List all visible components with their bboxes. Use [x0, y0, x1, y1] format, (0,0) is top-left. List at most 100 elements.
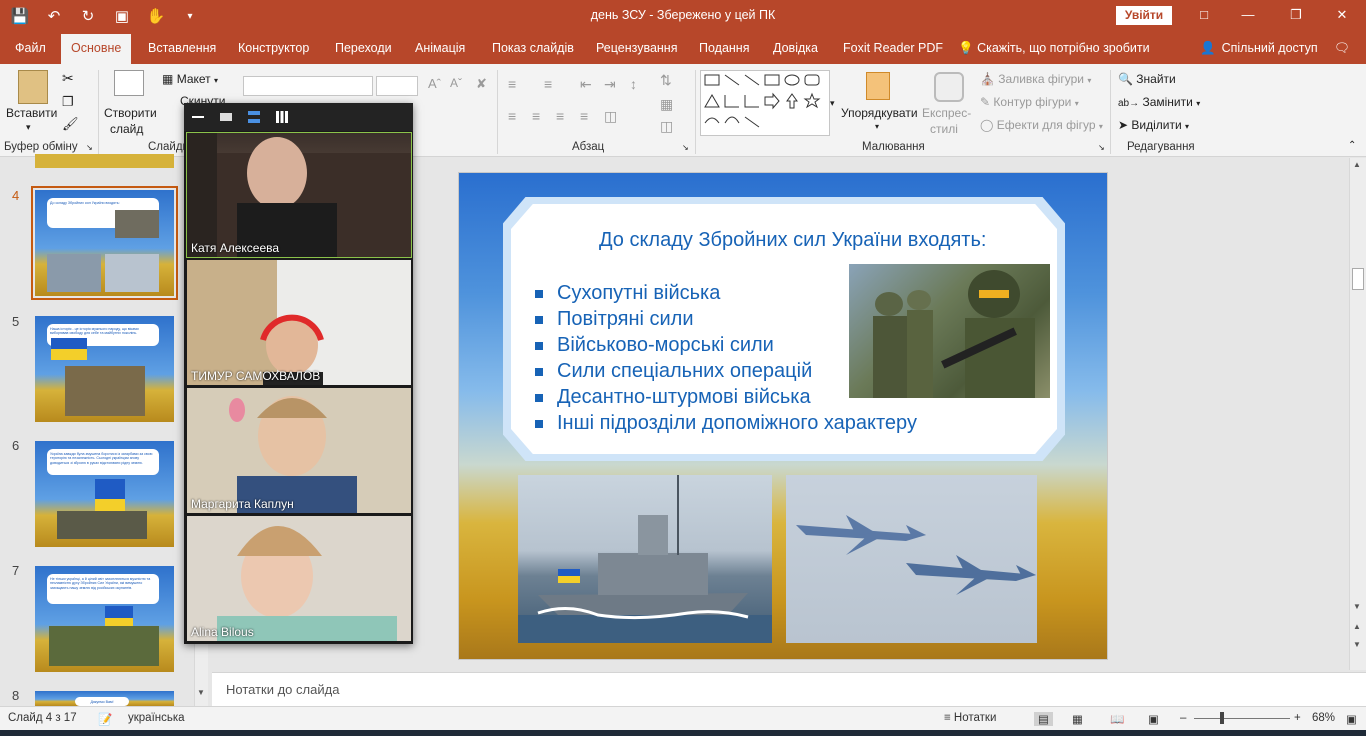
scroll-down-icon[interactable]: ▼	[1353, 602, 1361, 611]
comments-icon[interactable]: 🗨	[1334, 41, 1350, 56]
copy-icon[interactable]: ❐	[62, 94, 74, 110]
smartart-icon[interactable]: ◫	[660, 118, 673, 135]
slide-thumbnail-6[interactable]: Україна завжди була змушена боротися із …	[35, 441, 174, 547]
layout-button[interactable]: ▦ Макет ▾	[162, 72, 218, 86]
drawing-launcher-icon[interactable]: ↘	[1098, 143, 1105, 152]
zoom-slider-thumb[interactable]	[1220, 712, 1224, 724]
next-slide-icon[interactable]: ▼	[1353, 640, 1361, 649]
zoom-in-icon[interactable]: +	[1294, 712, 1301, 724]
zoom-out-icon[interactable]: –	[1180, 712, 1186, 724]
tab-transitions[interactable]: Переходи	[335, 41, 392, 55]
tab-file[interactable]: Файл	[15, 41, 46, 55]
columns-icon[interactable]: ◫	[604, 108, 617, 125]
new-slide-icon[interactable]	[114, 70, 144, 96]
warship-photo[interactable]	[518, 475, 772, 643]
slide-thumbnail-3[interactable]	[35, 154, 174, 168]
quick-styles-icon[interactable]	[934, 72, 964, 102]
line-spacing-icon[interactable]: ↕	[630, 76, 637, 92]
slideshow-icon[interactable]: ▣	[1148, 712, 1159, 726]
restore-icon[interactable]: ❐	[1284, 5, 1308, 25]
align-left-icon[interactable]: ≡	[508, 108, 516, 124]
normal-view-icon[interactable]: ▤	[1034, 712, 1053, 726]
sign-in-button[interactable]: Увійти	[1116, 6, 1172, 25]
participant-tile[interactable]: Alina Bilous	[187, 516, 411, 641]
arrange-icon[interactable]	[866, 72, 890, 100]
slide-sorter-icon[interactable]: ▦	[1072, 712, 1083, 726]
slide-scrollbar[interactable]: ▲ ▼ ▲ ▼	[1349, 158, 1366, 670]
shape-effects-button[interactable]: ◯ Ефекти для фігур ▾	[980, 118, 1103, 132]
tell-me-search[interactable]: 💡 Скажіть, що потрібно зробити	[958, 41, 1150, 56]
clipboard-launcher-icon[interactable]: ↘	[86, 143, 93, 152]
shape-fill-button[interactable]: ⛪ Заливка фігури ▾	[980, 72, 1091, 86]
video-call-panel[interactable]: ⌃ Катя Алексеева ТИМУР САМОХВАЛОВ Маргар…	[184, 103, 413, 644]
cut-icon[interactable]: ✂	[62, 70, 74, 87]
slide-title[interactable]: До складу Збройних сил України входять:	[599, 229, 986, 252]
decrease-font-icon[interactable]: Aˇ	[450, 76, 462, 90]
soldiers-photo[interactable]	[849, 264, 1050, 398]
paragraph-launcher-icon[interactable]: ↘	[682, 143, 689, 152]
paste-icon[interactable]	[18, 70, 48, 104]
tab-insert[interactable]: Вставлення	[148, 41, 216, 55]
numbering-icon[interactable]: ≡	[544, 76, 552, 92]
tab-help[interactable]: Довідка	[773, 41, 818, 55]
paste-dropdown-icon[interactable]: ▾	[26, 122, 31, 133]
font-size-combobox[interactable]	[376, 76, 418, 96]
participant-tile[interactable]: ТИМУР САМОХВАЛОВ	[187, 260, 411, 385]
participant-tile[interactable]: Маргарита Каплун	[187, 388, 411, 513]
scroll-down-icon[interactable]: ▼	[197, 688, 205, 697]
fit-to-window-icon[interactable]: ▣	[1346, 712, 1357, 726]
align-right-icon[interactable]: ≡	[556, 108, 564, 124]
clear-format-icon[interactable]: ✘	[476, 76, 487, 92]
minimize-icon[interactable]: —	[1236, 5, 1260, 25]
zoom-slider-track[interactable]	[1194, 718, 1290, 719]
tab-animations[interactable]: Анімація	[415, 41, 465, 55]
slide-thumbnail-8[interactable]: Дякуємо Вам!	[35, 691, 174, 706]
close-icon[interactable]: ✕	[1330, 5, 1354, 25]
slide-thumbnail-5[interactable]: Наша історія - це історія мужнього народ…	[35, 316, 174, 422]
tab-home[interactable]: Основне	[61, 34, 132, 64]
tab-review[interactable]: Рецензування	[596, 41, 677, 55]
ribbon-display-options-icon[interactable]: □	[1192, 5, 1216, 25]
justify-icon[interactable]: ≡	[580, 108, 588, 124]
scroll-up-icon[interactable]: ▲	[1353, 160, 1361, 169]
quick-styles-button[interactable]: Експрес-	[922, 106, 971, 120]
format-painter-icon[interactable]: 🖌	[62, 116, 79, 132]
font-name-combobox[interactable]	[243, 76, 373, 96]
notes-toggle-button[interactable]: ≡ Нотатки	[944, 712, 996, 724]
shapes-more-icon[interactable]: ▾	[830, 98, 835, 109]
arrange-button[interactable]: Упорядкувати	[841, 106, 918, 120]
find-button[interactable]: 🔍 Знайти	[1118, 72, 1176, 86]
strip-view-icon[interactable]	[248, 111, 260, 123]
collapse-ribbon-icon[interactable]: ⌃	[1348, 140, 1356, 151]
spellcheck-icon[interactable]: 📝	[98, 712, 112, 726]
zoom-level[interactable]: 68%	[1312, 712, 1335, 724]
replace-button[interactable]: ab→ Замінити ▾	[1118, 95, 1200, 109]
gallery-view-icon[interactable]	[276, 111, 288, 123]
tab-foxit[interactable]: Foxit Reader PDF	[843, 41, 943, 55]
align-text-icon[interactable]: ▦	[660, 96, 673, 113]
current-slide[interactable]: До складу Збройних сил України входять: …	[458, 172, 1108, 660]
shape-outline-button[interactable]: ✎ Контур фігури ▾	[980, 95, 1079, 109]
scrollbar-thumb[interactable]	[1352, 268, 1364, 290]
decrease-indent-icon[interactable]: ⇤	[580, 76, 592, 93]
select-button[interactable]: ➤ Виділити ▾	[1118, 118, 1189, 132]
increase-indent-icon[interactable]: ⇥	[604, 76, 616, 93]
tab-view[interactable]: Подання	[699, 41, 749, 55]
shapes-gallery[interactable]	[700, 70, 830, 136]
arrange-dropdown-icon[interactable]: ▾	[875, 122, 879, 131]
share-button[interactable]: 👤 Спільний доступ	[1200, 41, 1318, 56]
new-slide-button[interactable]: Створити	[104, 106, 157, 120]
text-direction-icon[interactable]: ⇅	[660, 72, 672, 89]
tab-slide-show[interactable]: Показ слайдів	[492, 41, 574, 55]
align-center-icon[interactable]: ≡	[532, 108, 540, 124]
increase-font-icon[interactable]: Aˆ	[428, 76, 441, 91]
paste-button[interactable]: Вставити	[6, 106, 57, 120]
minimize-video-icon[interactable]	[192, 116, 204, 118]
fighter-jets-photo[interactable]	[786, 475, 1037, 643]
language-indicator[interactable]: українська	[128, 712, 185, 724]
slide-thumbnail-7[interactable]: Не тільки українці, а й цілий світ захоп…	[35, 566, 174, 672]
bullets-icon[interactable]: ≡	[508, 76, 516, 92]
single-view-icon[interactable]	[220, 113, 232, 121]
participant-tile[interactable]: Катя Алексеева	[186, 132, 412, 258]
previous-slide-icon[interactable]: ▲	[1353, 622, 1361, 631]
